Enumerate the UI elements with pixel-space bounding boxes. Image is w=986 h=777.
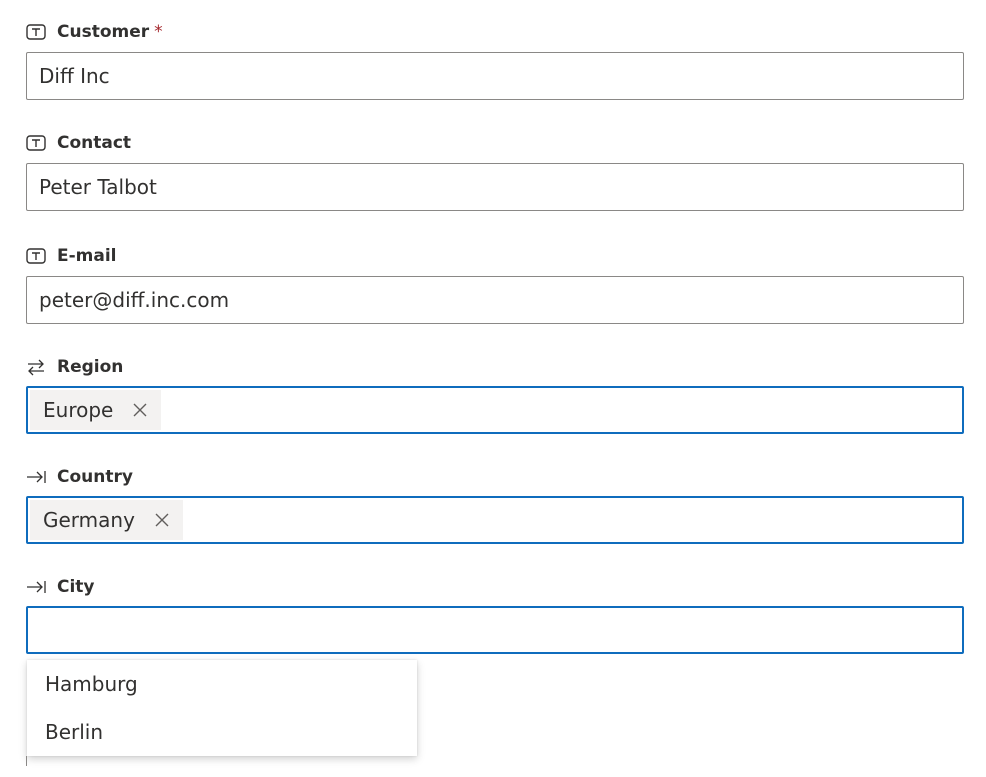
customer-input[interactable]: Diff Inc: [26, 52, 964, 100]
region-label: Region: [26, 356, 123, 378]
remove-tag-icon[interactable]: [149, 507, 175, 533]
contact-input-value: Peter Talbot: [39, 175, 157, 199]
arrow-to-line-icon: [26, 577, 46, 597]
clipped-field-border: [26, 756, 27, 766]
remove-tag-icon[interactable]: [127, 397, 153, 423]
country-tag-label: Germany: [43, 508, 135, 532]
swap-arrows-icon: [26, 357, 46, 377]
contact-input[interactable]: Peter Talbot: [26, 163, 964, 211]
customer-label: Customer *: [26, 21, 163, 43]
email-input-value: peter@diff.inc.com: [39, 288, 230, 312]
suggestion-item[interactable]: Berlin: [27, 708, 417, 756]
country-tag: Germany: [30, 500, 183, 540]
arrow-to-line-icon: [26, 467, 46, 487]
contact-label-text: Contact: [57, 133, 132, 153]
city-picker[interactable]: [26, 606, 964, 654]
email-label: E-mail: [26, 245, 117, 267]
region-tag-label: Europe: [43, 398, 114, 422]
country-label: Country: [26, 466, 133, 488]
customer-input-value: Diff Inc: [39, 64, 110, 88]
contact-label: Contact: [26, 132, 131, 154]
region-label-text: Region: [57, 357, 124, 377]
country-picker[interactable]: Germany: [26, 496, 964, 544]
region-picker[interactable]: Europe: [26, 386, 964, 434]
email-input[interactable]: peter@diff.inc.com: [26, 276, 964, 324]
city-label-text: City: [57, 577, 95, 597]
country-label-text: Country: [57, 467, 133, 487]
suggestion-item[interactable]: Hamburg: [27, 660, 417, 708]
region-tag: Europe: [30, 390, 162, 430]
email-label-text: E-mail: [57, 246, 117, 266]
customer-label-text: Customer: [57, 22, 150, 42]
city-label: City: [26, 576, 95, 598]
text-field-icon: [26, 22, 46, 42]
city-suggestions-dropdown: Hamburg Berlin: [27, 660, 417, 756]
text-field-icon: [26, 133, 46, 153]
required-marker: *: [154, 22, 163, 42]
text-field-icon: [26, 246, 46, 266]
